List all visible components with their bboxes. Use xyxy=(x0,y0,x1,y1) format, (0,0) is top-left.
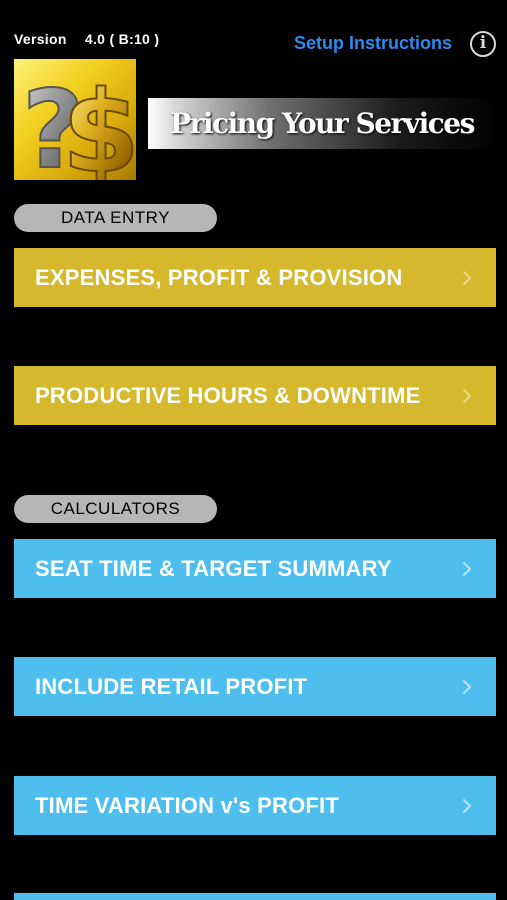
productive-hours-downtime-button[interactable]: PRODUCTIVE HOURS & DOWNTIME xyxy=(14,366,496,425)
include-retail-profit-button[interactable]: INCLUDE RETAIL PROFIT xyxy=(14,657,496,716)
version-label: Version xyxy=(14,31,67,47)
data-entry-section-label: DATA ENTRY xyxy=(14,204,217,232)
partial-calculator-button[interactable] xyxy=(14,893,496,900)
chevron-right-icon xyxy=(458,269,476,287)
chevron-right-icon xyxy=(458,797,476,815)
calculators-section-label: CALCULATORS xyxy=(14,495,217,523)
button-label: INCLUDE RETAIL PROFIT xyxy=(35,673,308,699)
svg-text:$: $ xyxy=(62,68,136,180)
logo-graphic: ? $ xyxy=(21,67,136,180)
chevron-right-icon xyxy=(458,560,476,578)
chevron-right-icon xyxy=(458,678,476,696)
version-number: 4.0 ( B:10 ) xyxy=(84,31,160,47)
button-label: PRODUCTIVE HOURS & DOWNTIME xyxy=(35,382,421,408)
app-title-banner: Pricing Your Services xyxy=(148,98,496,149)
button-label: SEAT TIME & TARGET SUMMARY xyxy=(35,555,392,581)
version-row: Version 4.0 ( B:10 ) xyxy=(14,31,159,47)
question-dollar-logo: ? $ xyxy=(14,59,136,180)
seat-time-target-summary-button[interactable]: SEAT TIME & TARGET SUMMARY xyxy=(14,539,496,598)
info-icon[interactable]: i xyxy=(470,31,496,57)
app-title: Pricing Your Services xyxy=(170,107,475,140)
time-variation-profit-button[interactable]: TIME VARIATION v's PROFIT xyxy=(14,776,496,835)
button-label: EXPENSES, PROFIT & PROVISION xyxy=(35,264,403,290)
setup-instructions-link[interactable]: Setup Instructions xyxy=(294,33,452,54)
button-label: TIME VARIATION v's PROFIT xyxy=(35,792,339,818)
expenses-profit-provision-button[interactable]: EXPENSES, PROFIT & PROVISION xyxy=(14,248,496,307)
chevron-right-icon xyxy=(458,387,476,405)
